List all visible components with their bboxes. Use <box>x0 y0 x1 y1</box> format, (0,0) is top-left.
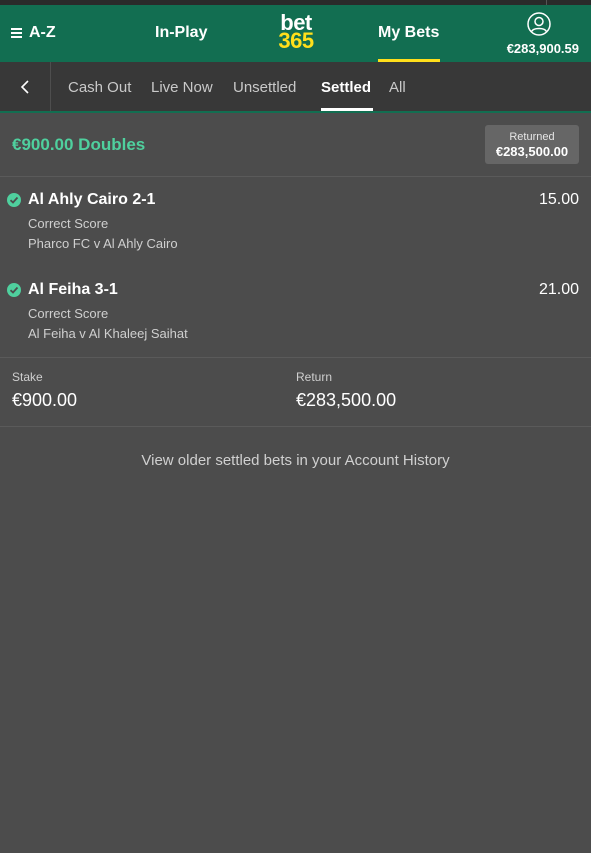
bets-subnav: Cash Out Live Now Unsettled Settled All <box>0 62 591 113</box>
returned-badge: Returned €283,500.00 <box>485 125 579 164</box>
bet-header[interactable]: €900.00 Doubles Returned €283,500.00 <box>0 113 591 177</box>
return-value: €283,500.00 <box>296 390 397 410</box>
selection-event: Pharco FC v Al Ahly Cairo <box>28 236 178 251</box>
tab-cash-out[interactable]: Cash Out <box>68 79 131 96</box>
stake-label: Stake <box>12 370 43 384</box>
chevron-left-icon <box>20 79 29 94</box>
selection-name: Al Ahly Cairo 2-1 <box>28 191 156 208</box>
settled-active-indicator <box>321 108 373 111</box>
bet-totals: Stake €900.00 Return €283,500.00 <box>0 358 591 427</box>
az-label: A-Z <box>29 24 56 41</box>
account-balance[interactable]: €283,900.59 <box>507 41 579 56</box>
selection-row: Al Ahly Cairo 2-1 15.00 Correct Score Ph… <box>0 177 591 267</box>
top-header: A-Z In-Play bet 365 My Bets €283,900.59 <box>0 5 591 62</box>
bet365-logo[interactable]: bet 365 <box>274 12 318 53</box>
returned-label: Returned <box>509 131 555 143</box>
selection-market: Correct Score <box>28 216 109 231</box>
mybets-link[interactable]: My Bets <box>378 24 439 42</box>
returned-amount: €283,500.00 <box>495 144 569 159</box>
inplay-link[interactable]: In-Play <box>155 24 207 42</box>
selection-odds: 21.00 <box>538 281 579 298</box>
check-circle-icon <box>7 283 21 297</box>
az-menu-button[interactable]: A-Z <box>11 24 56 42</box>
tab-all[interactable]: All <box>389 79 406 96</box>
return-label: Return <box>296 370 333 384</box>
selection-name: Al Feiha 3-1 <box>28 281 118 298</box>
selection-market: Correct Score <box>28 306 109 321</box>
stake-value: €900.00 <box>12 390 78 410</box>
account-history-link[interactable]: View older settled bets in your Account … <box>0 452 591 469</box>
selection-odds: 15.00 <box>538 191 579 208</box>
bet-title: €900.00 Doubles <box>12 135 146 154</box>
selection-row: Al Feiha 3-1 21.00 Correct Score Al Feih… <box>0 267 591 358</box>
tab-unsettled[interactable]: Unsettled <box>233 79 296 96</box>
hamburger-icon <box>11 28 22 38</box>
selection-event: Al Feiha v Al Khaleej Saihat <box>28 326 188 341</box>
tab-live-now[interactable]: Live Now <box>151 79 213 96</box>
tab-settled[interactable]: Settled <box>321 79 371 96</box>
logo-text-bottom: 365 <box>278 28 314 53</box>
account-icon[interactable] <box>527 12 551 41</box>
check-circle-icon <box>7 193 21 207</box>
back-button[interactable] <box>0 62 51 111</box>
